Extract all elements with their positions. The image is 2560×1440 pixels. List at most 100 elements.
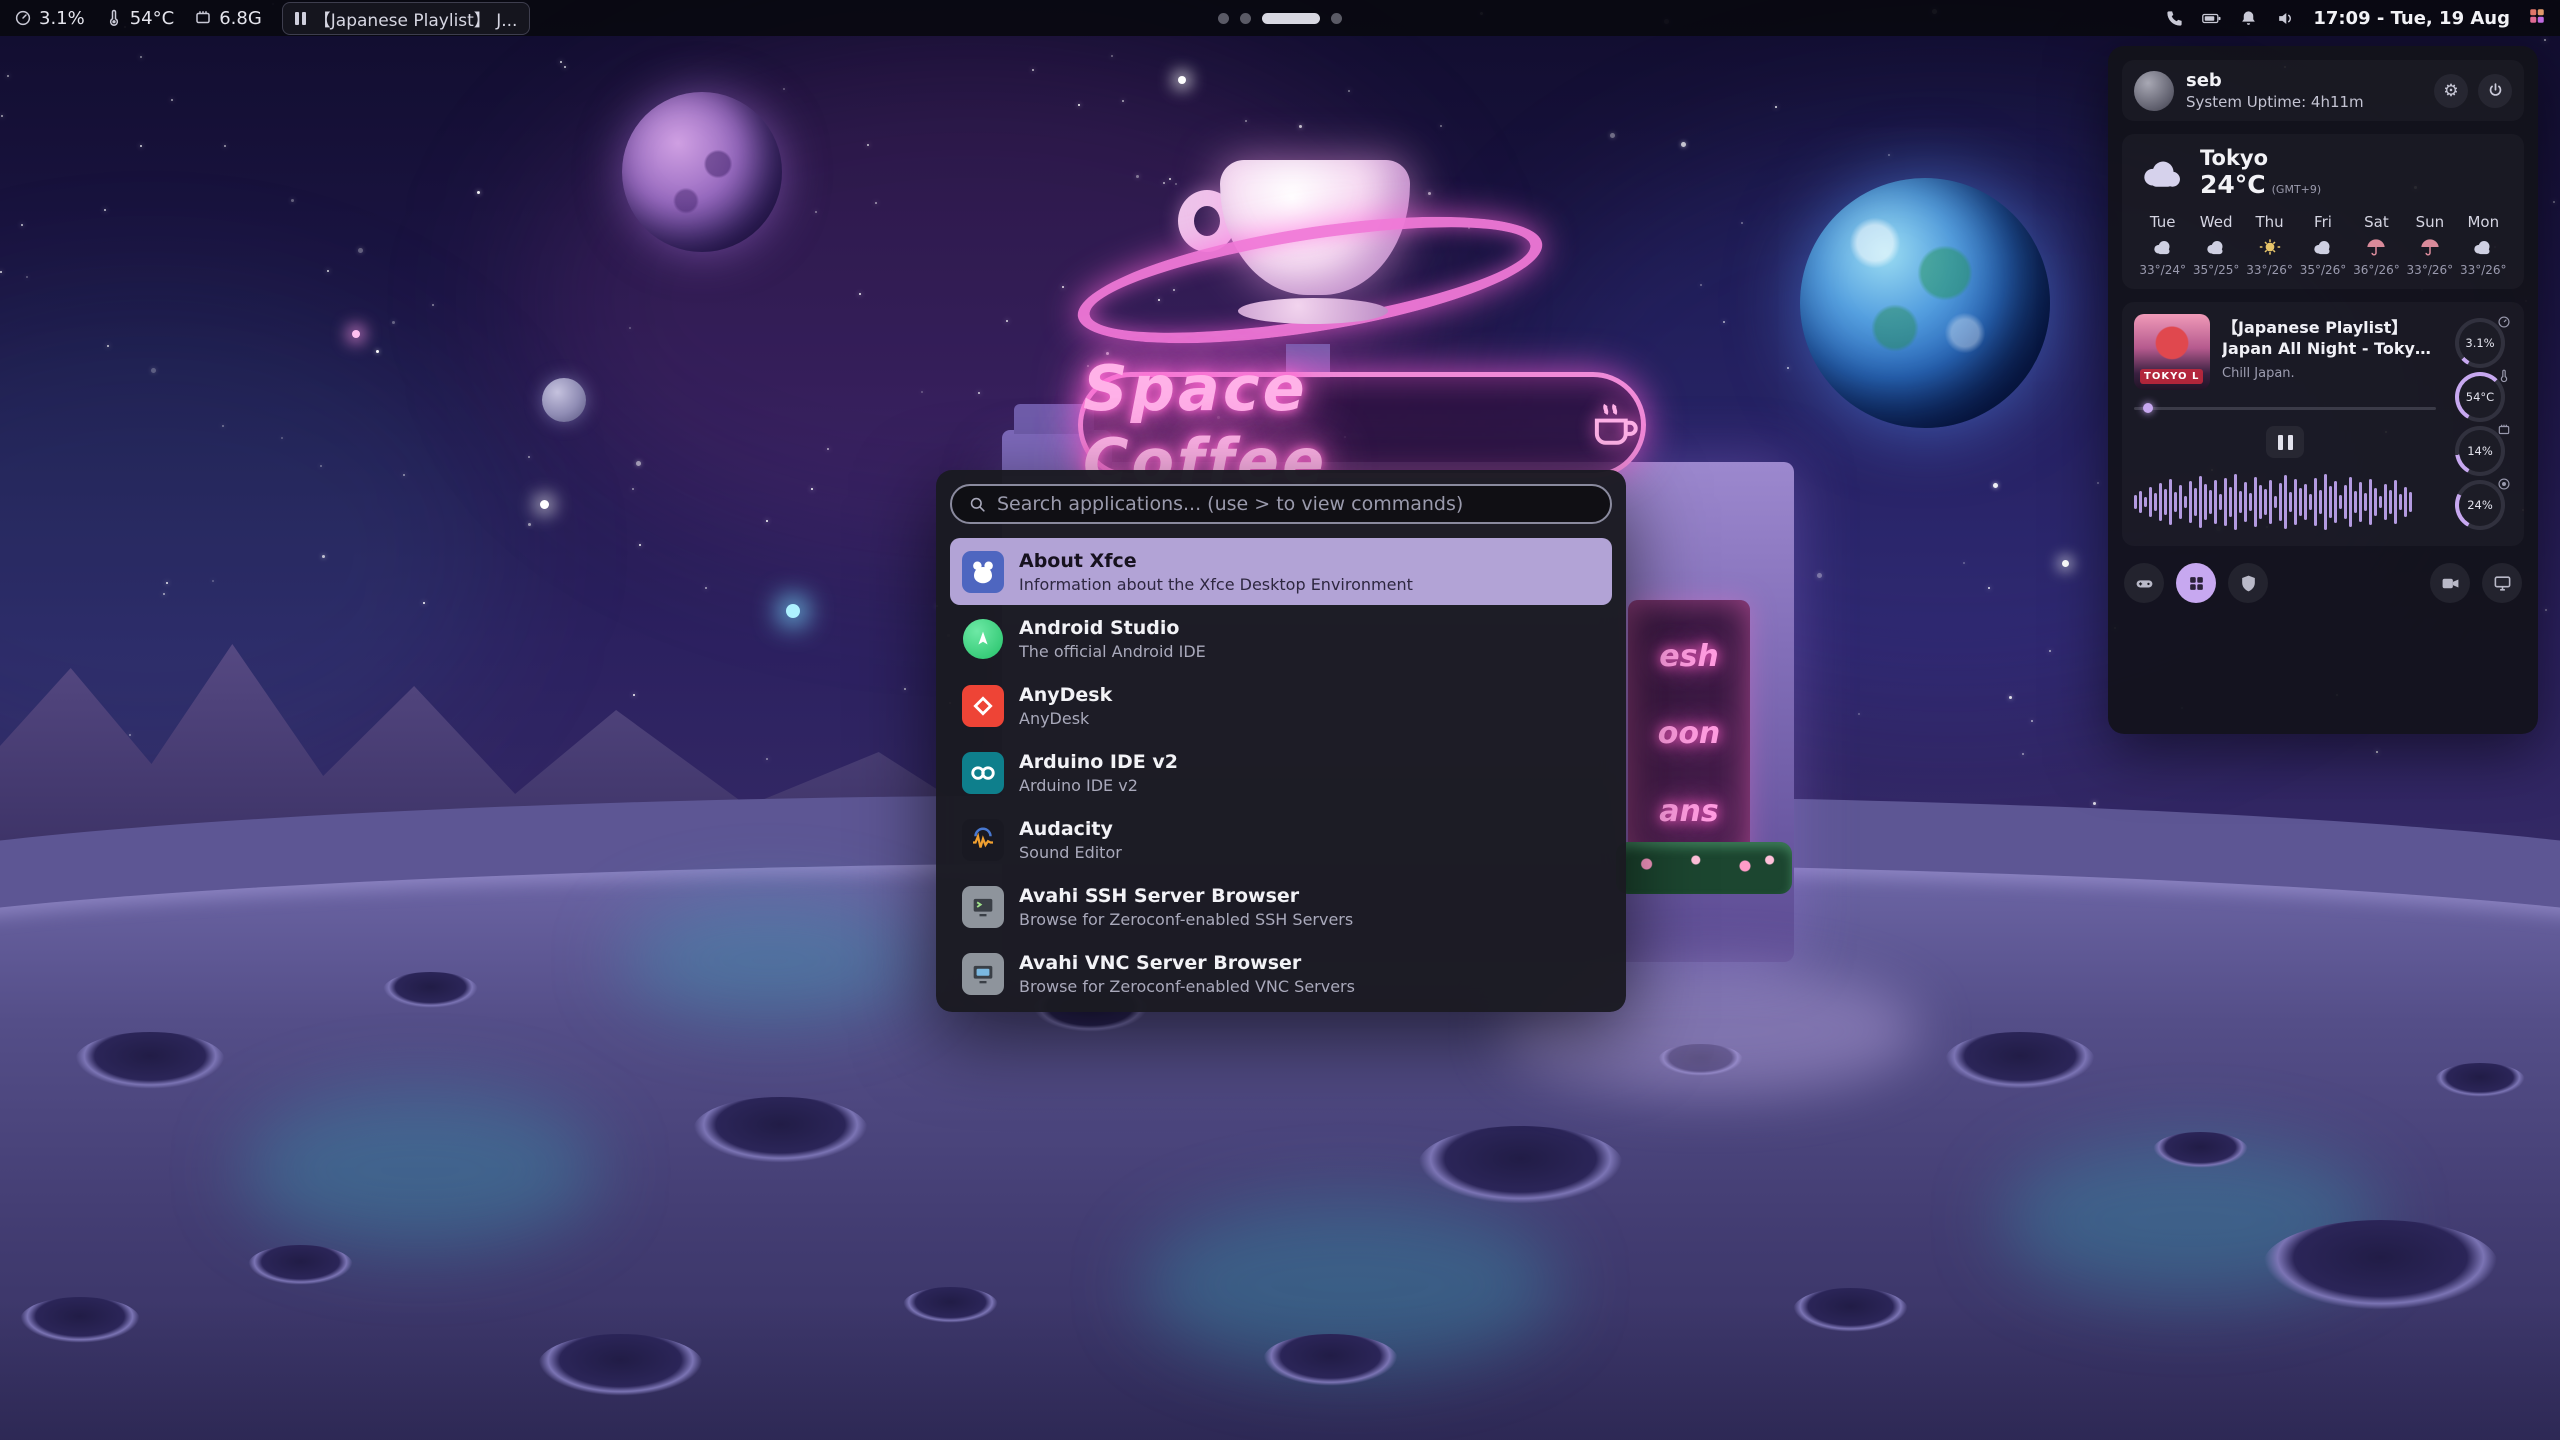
- seek-slider[interactable]: [2134, 402, 2436, 414]
- thermometer-icon: [105, 9, 123, 27]
- workspace-dot[interactable]: [1240, 13, 1251, 24]
- app-texts: Avahi SSH Server Browser Browse for Zero…: [1019, 885, 1353, 929]
- day-label: Sat: [2364, 213, 2389, 231]
- temperature-indicator[interactable]: 54°C: [105, 8, 174, 29]
- app-row-audacity[interactable]: Audacity Sound Editor: [950, 806, 1612, 873]
- memory-icon: [194, 9, 212, 27]
- weather-card: Tokyo 24°C (GMT+9) Tue 33°/24° Wed 35°/2…: [2122, 134, 2524, 289]
- app-description: Sound Editor: [1019, 843, 1122, 862]
- clock[interactable]: 17:09 - Tue, 19 Aug: [2313, 8, 2510, 29]
- app-name: Android Studio: [1019, 617, 1206, 639]
- video-camera-icon: [2441, 574, 2460, 593]
- umbrella-icon: [2417, 237, 2443, 257]
- app-description: Information about the Xfce Desktop Envir…: [1019, 575, 1413, 594]
- avahi-icon: [962, 953, 1004, 995]
- user-name: seb: [2186, 70, 2364, 91]
- gear-icon: ⚙: [2443, 81, 2458, 101]
- app-name: AnyDesk: [1019, 684, 1112, 706]
- dashboard-panel: seb System Uptime: 4h11m ⚙ Tokyo 24°C (G…: [2108, 46, 2538, 734]
- pause-icon: [295, 12, 306, 25]
- day-temps: 35°/26°: [2300, 263, 2347, 277]
- app-description: Browse for Zeroconf-enabled VNC Servers: [1019, 977, 1355, 996]
- weather-timezone: (GMT+9): [2272, 183, 2322, 196]
- anydesk-icon: [962, 685, 1004, 727]
- user-actions: ⚙: [2434, 74, 2512, 108]
- search-bar[interactable]: [950, 484, 1612, 524]
- cup-saucer: [1238, 298, 1388, 324]
- forecast-day: Sun 33°/26°: [2403, 213, 2456, 277]
- app-search-input[interactable]: [997, 493, 1594, 515]
- app-row-android-studio[interactable]: Android Studio The official Android IDE: [950, 605, 1612, 672]
- music-texts: 【Japanese Playlist】 Japan All Night - To…: [2222, 314, 2436, 390]
- shield-icon: [2239, 574, 2258, 593]
- memory-value: 6.8G: [219, 8, 262, 29]
- cpu-gauge-icon: [14, 9, 32, 27]
- day-temps: 33°/26°: [2407, 263, 2454, 277]
- cpu-icon: [2497, 314, 2511, 328]
- memory-indicator[interactable]: 6.8G: [194, 8, 262, 29]
- topbar-right-cluster: 17:09 - Tue, 19 Aug: [2165, 7, 2546, 30]
- app-launcher: About Xfce Information about the Xfce De…: [936, 470, 1626, 1012]
- forecast-day: Wed 35°/25°: [2189, 213, 2242, 277]
- day-temps: 33°/26°: [2460, 263, 2507, 277]
- shield-button[interactable]: [2228, 563, 2268, 603]
- settings-button[interactable]: ⚙: [2434, 74, 2468, 108]
- app-row-avahi-ssh[interactable]: Avahi SSH Server Browser Browse for Zero…: [950, 873, 1612, 940]
- forecast-day: Tue 33°/24°: [2136, 213, 2189, 277]
- forecast-row: Tue 33°/24° Wed 35°/25° Thu 33°/26° Fri …: [2136, 213, 2510, 277]
- gamepad-button[interactable]: [2124, 563, 2164, 603]
- shop-window: esh oon ans: [1628, 600, 1750, 868]
- window-neon-text: ans: [1659, 794, 1718, 829]
- screenshot-button[interactable]: [2482, 563, 2522, 603]
- app-texts: About Xfce Information about the Xfce De…: [1019, 550, 1413, 594]
- app-texts: Arduino IDE v2 Arduino IDE v2: [1019, 751, 1178, 795]
- app-texts: Avahi VNC Server Browser Browse for Zero…: [1019, 952, 1355, 996]
- workspace-active-pill[interactable]: [1262, 13, 1320, 24]
- cloud-icon: [2310, 237, 2336, 257]
- quick-actions-row: [2122, 559, 2524, 607]
- app-row-anydesk[interactable]: AnyDesk AnyDesk: [950, 672, 1612, 739]
- user-avatar[interactable]: [2134, 71, 2174, 111]
- pause-button[interactable]: [2266, 426, 2304, 458]
- disk-gauge[interactable]: 24%: [2455, 480, 2505, 530]
- memory-gauge[interactable]: 14%: [2455, 426, 2505, 476]
- forecast-day: Mon 33°/26°: [2457, 213, 2510, 277]
- music-card: TOKYO L 【Japanese Playlist】 Japan All Ni…: [2122, 302, 2524, 546]
- volume-icon[interactable]: [2276, 9, 2295, 28]
- cpu-value: 3.1%: [39, 8, 85, 29]
- gamepad-icon: [2135, 574, 2154, 593]
- search-icon: [968, 495, 987, 514]
- android-studio-icon: [962, 618, 1004, 660]
- window-neon-text: oon: [1658, 716, 1721, 751]
- app-name: Avahi VNC Server Browser: [1019, 952, 1355, 974]
- app-row-about-xfce[interactable]: About Xfce Information about the Xfce De…: [950, 538, 1612, 605]
- day-temps: 36°/26°: [2353, 263, 2400, 277]
- user-card: seb System Uptime: 4h11m ⚙: [2122, 60, 2524, 121]
- topbar-music-widget[interactable]: 【Japanese Playlist】 J...: [282, 2, 531, 35]
- app-name: About Xfce: [1019, 550, 1413, 572]
- workspace-dot[interactable]: [1331, 13, 1342, 24]
- cpu-indicator[interactable]: 3.1%: [14, 8, 85, 29]
- monitor-icon: [2493, 574, 2512, 593]
- app-row-avahi-vnc[interactable]: Avahi VNC Server Browser Browse for Zero…: [950, 940, 1612, 1007]
- apps-button[interactable]: [2176, 563, 2216, 603]
- audacity-icon: [962, 819, 1004, 861]
- notifications-bell-icon[interactable]: [2239, 9, 2258, 28]
- app-description: Arduino IDE v2: [1019, 776, 1178, 795]
- seek-handle[interactable]: [2143, 403, 2153, 413]
- screen-record-button[interactable]: [2430, 563, 2470, 603]
- user-texts: seb System Uptime: 4h11m: [2186, 70, 2364, 111]
- app-name: Arduino IDE v2: [1019, 751, 1178, 773]
- app-grid-icon[interactable]: [2528, 7, 2546, 30]
- album-art[interactable]: TOKYO L: [2134, 314, 2210, 390]
- app-row-arduino[interactable]: Arduino IDE v2 Arduino IDE v2: [950, 739, 1612, 806]
- phone-icon[interactable]: [2165, 9, 2184, 28]
- workspace-dot[interactable]: [1218, 13, 1229, 24]
- power-button[interactable]: [2478, 74, 2512, 108]
- cpu-gauge[interactable]: 3.1%: [2455, 318, 2505, 368]
- battery-icon[interactable]: [2202, 9, 2221, 28]
- track-title: 【Japanese Playlist】 Japan All Night - To…: [2222, 318, 2436, 360]
- temperature-gauge[interactable]: 54°C: [2455, 372, 2505, 422]
- app-texts: AnyDesk AnyDesk: [1019, 684, 1112, 728]
- umbrella-icon: [2363, 237, 2389, 257]
